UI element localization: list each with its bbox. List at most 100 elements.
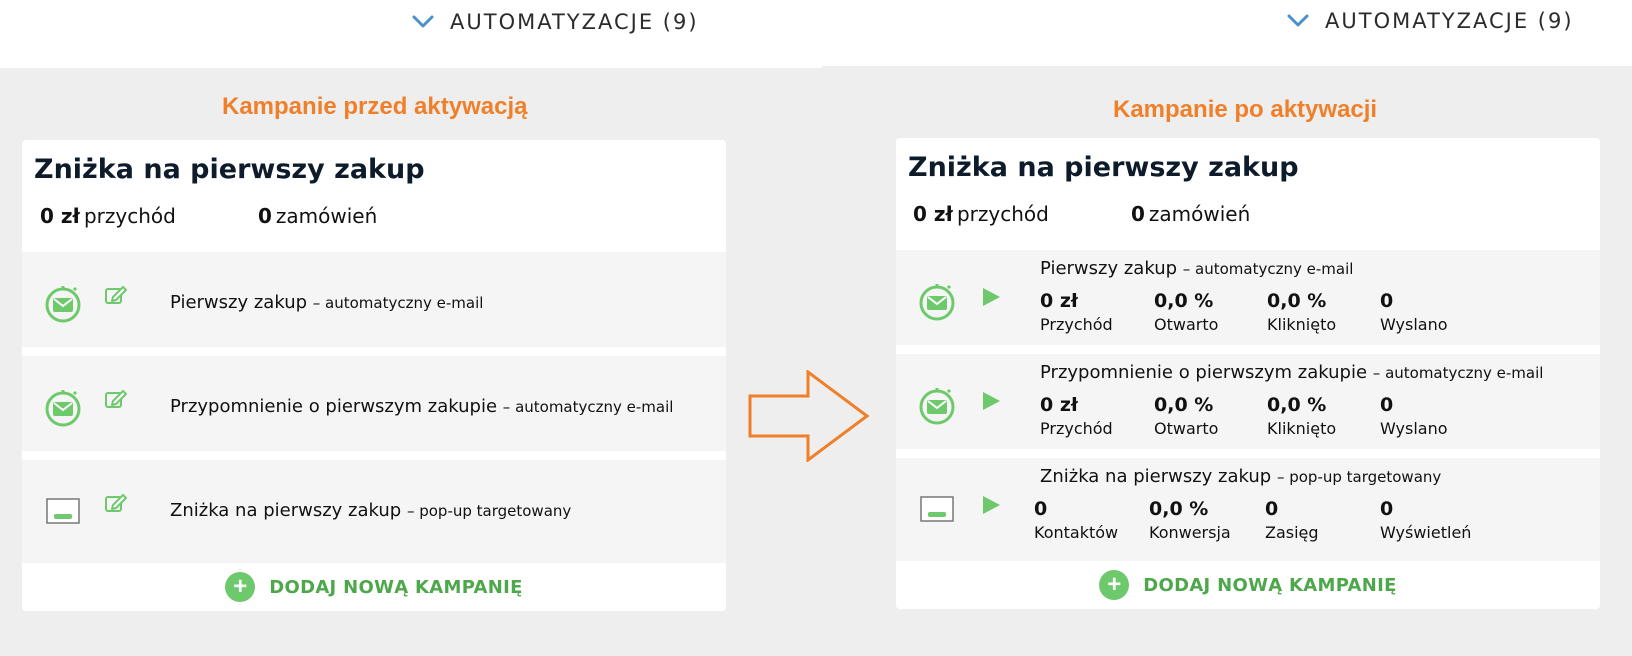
campaign-type: – automatyczny e-mail — [1372, 364, 1544, 382]
chevron-down-icon — [412, 15, 434, 28]
campaign-name: Zniżka na pierwszy zakup — [1040, 466, 1272, 487]
edit-icon[interactable] — [104, 284, 128, 306]
automations-toggle-right[interactable]: AUTOMATYZACJE (9) — [1287, 9, 1574, 33]
stat-conversion: 0,0 % Konwersja — [1149, 498, 1231, 542]
email-clock-icon — [919, 388, 955, 425]
email-clock-icon — [45, 286, 81, 323]
campaign-row[interactable]: Zniżka na pierwszy zakup – pop-up target… — [896, 458, 1600, 561]
stat-value: 0,0 % — [1154, 290, 1214, 312]
stat-label: Kliknięto — [1267, 315, 1337, 334]
card-title: Zniżka na pierwszy zakup — [908, 152, 1299, 183]
campaign-type: – automatyczny e-mail — [312, 294, 484, 312]
stat-label: Otwarto — [1154, 315, 1219, 334]
stat-value: 0 zł — [1040, 394, 1078, 416]
stat-contacts: 0 Kontaktów — [1034, 498, 1118, 542]
campaign-type: – automatyczny e-mail — [1182, 260, 1354, 278]
plus-icon: + — [225, 572, 256, 602]
campaign-label[interactable]: Przypomnienie o pierwszym zakupie – auto… — [170, 396, 673, 417]
stat-label: Kliknięto — [1267, 419, 1337, 438]
campaign-label[interactable]: Przypomnienie o pierwszym zakupie – auto… — [1040, 362, 1543, 383]
play-icon[interactable] — [980, 286, 1002, 308]
stat-value: 0,0 % — [1154, 394, 1214, 416]
card-title: Zniżka na pierwszy zakup — [34, 154, 425, 185]
campaign-type: – pop-up targetowany — [406, 502, 572, 520]
campaign-label[interactable]: Zniżka na pierwszy zakup – pop-up target… — [170, 500, 571, 521]
email-clock-icon — [45, 390, 81, 427]
campaign-name: Pierwszy zakup — [1040, 258, 1178, 279]
stat-views: 0 Wyświetleń — [1380, 498, 1471, 542]
campaign-row[interactable]: Zniżka na pierwszy zakup – pop-up target… — [22, 460, 726, 563]
campaign-type: – automatyczny e-mail — [502, 398, 674, 416]
add-campaign-button[interactable]: + DODAJ NOWĄ KAMPANIĘ — [896, 561, 1600, 609]
stat-value: 0 — [1380, 498, 1394, 520]
edit-icon[interactable] — [104, 388, 128, 410]
stat-clicked: 0,0 % Kliknięto — [1267, 290, 1336, 334]
stat-value: 0 — [1380, 290, 1394, 312]
campaign-type: – pop-up targetowany — [1276, 468, 1442, 486]
campaign-card-after: Zniżka na pierwszy zakup 0 zł przychód 0z… — [896, 138, 1600, 609]
popup-icon — [920, 496, 954, 522]
stat-value: 0,0 % — [1267, 290, 1327, 312]
campaign-name: Przypomnienie o pierwszym zakupie — [1040, 362, 1368, 383]
arrow-right-icon — [748, 370, 870, 462]
campaign-name: Zniżka na pierwszy zakup — [170, 500, 402, 521]
stat-label: Wyświetleń — [1380, 523, 1472, 542]
stat-revenue: 0 zł Przychód — [1040, 394, 1113, 438]
revenue-value: 0 zł — [913, 202, 953, 226]
stat-clicked: 0,0 % Kliknięto — [1267, 394, 1336, 438]
stat-value: 0 — [1380, 394, 1394, 416]
campaign-row[interactable]: Pierwszy zakup – automatyczny e-mail 0 z… — [896, 250, 1600, 354]
stat-revenue: 0 zł Przychód — [1040, 290, 1113, 334]
stat-value: 0 zł — [1040, 290, 1078, 312]
automations-toggle-left[interactable]: AUTOMATYZACJE (9) — [412, 10, 699, 34]
stat-value: 0 — [1265, 498, 1279, 520]
add-campaign-button[interactable]: + DODAJ NOWĄ KAMPANIĘ — [22, 563, 726, 611]
automations-label: AUTOMATYZACJE (9) — [1325, 9, 1574, 33]
orders-value: 0 — [258, 204, 272, 228]
stat-label: Wyslano — [1380, 419, 1448, 438]
campaign-name: Przypomnienie o pierwszym zakupie — [170, 396, 498, 417]
campaign-row[interactable]: Przypomnienie o pierwszym zakupie – auto… — [896, 354, 1600, 458]
chevron-down-icon — [1287, 14, 1309, 27]
revenue-metric: 0 zł przychód — [40, 204, 176, 228]
campaign-label[interactable]: Pierwszy zakup – automatyczny e-mail — [1040, 258, 1353, 279]
revenue-metric: 0 zł przychód — [913, 202, 1049, 226]
stat-value: 0,0 % — [1149, 498, 1209, 520]
stat-label: Konwersja — [1149, 523, 1231, 542]
stat-label: Zasięg — [1265, 523, 1319, 542]
orders-label: zamówień — [275, 204, 378, 228]
stat-label: Kontaktów — [1034, 523, 1119, 542]
stat-label: Otwarto — [1154, 419, 1219, 438]
add-campaign-label: DODAJ NOWĄ KAMPANIĘ — [269, 576, 523, 598]
popup-icon — [46, 498, 80, 524]
stat-reach: 0 Zasięg — [1265, 498, 1319, 542]
plus-icon: + — [1099, 570, 1130, 600]
stat-sent: 0 Wyslano — [1380, 290, 1448, 334]
revenue-value: 0 zł — [40, 204, 80, 228]
orders-metric: 0 zamówień — [258, 204, 377, 228]
play-icon[interactable] — [980, 390, 1002, 412]
stat-value: 0 — [1034, 498, 1048, 520]
email-clock-icon — [919, 284, 955, 321]
stat-label: Wyslano — [1380, 315, 1448, 334]
section-title-before: Kampanie przed aktywacją — [222, 93, 528, 120]
edit-icon[interactable] — [104, 492, 128, 514]
add-campaign-label: DODAJ NOWĄ KAMPANIĘ — [1143, 574, 1397, 596]
campaign-label[interactable]: Zniżka na pierwszy zakup – pop-up target… — [1040, 466, 1441, 487]
campaign-row[interactable]: Przypomnienie o pierwszym zakupie – auto… — [22, 356, 726, 460]
revenue-label: przychód — [83, 204, 176, 228]
automations-label: AUTOMATYZACJE (9) — [450, 10, 699, 34]
orders-label: zamówień — [1148, 202, 1251, 226]
section-title-after: Kampanie po aktywacji — [1113, 96, 1378, 123]
card-header: Zniżka na pierwszy zakup 0 zł przychód 0z… — [22, 140, 726, 252]
orders-metric: 0 zamówień — [1131, 202, 1250, 226]
stat-opened: 0,0 % Otwarto — [1154, 394, 1218, 438]
campaign-label[interactable]: Pierwszy zakup – automatyczny e-mail — [170, 292, 483, 313]
play-icon[interactable] — [980, 494, 1002, 516]
campaign-row[interactable]: Pierwszy zakup – automatyczny e-mail — [22, 252, 726, 356]
card-header: Zniżka na pierwszy zakup 0 zł przychód 0z… — [896, 138, 1600, 250]
campaign-card-before: Zniżka na pierwszy zakup 0 zł przychód 0z… — [22, 140, 726, 611]
campaign-name: Pierwszy zakup — [170, 292, 308, 313]
top-bar-right: AUTOMATYZACJE (9) — [822, 0, 1632, 66]
stat-label: Przychód — [1040, 419, 1113, 438]
